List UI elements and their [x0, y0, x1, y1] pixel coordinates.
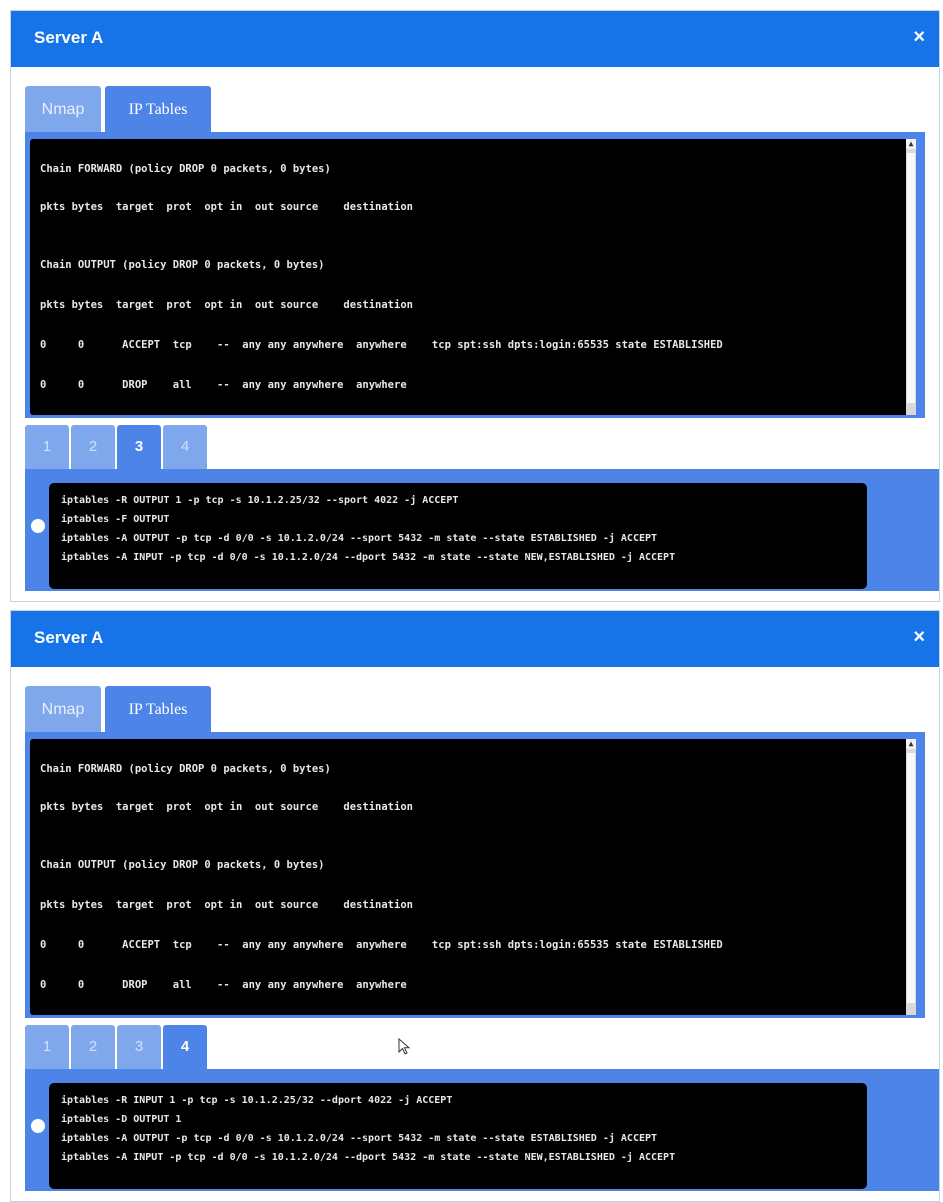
terminal-line: pkts bytes target prot opt in out source…: [40, 299, 413, 311]
ip-tables-content: Chain FORWARD (policy DROP 0 packets, 0 …: [25, 732, 925, 1018]
scroll-up-arrow-icon[interactable]: ▲: [906, 739, 916, 749]
server-a-window-2: Server A × Nmap IP Tables Chain FORWARD …: [10, 610, 940, 1202]
ip-tables-content: Chain FORWARD (policy DROP 0 packets, 0 …: [25, 132, 925, 418]
page-tab-2[interactable]: 2: [71, 1025, 115, 1069]
tab-ip-tables[interactable]: IP Tables: [105, 86, 211, 134]
terminal-line: Chain OUTPUT (policy DROP 0 packets, 0 b…: [40, 859, 325, 871]
terminal-line: 0 0 DROP all -- any any anywhere anywher…: [40, 379, 407, 391]
page-tab-4[interactable]: 4: [163, 1025, 207, 1069]
terminal-line: Chain FORWARD (policy DROP 0 packets, 0 …: [40, 763, 331, 775]
tab-nmap[interactable]: Nmap: [25, 686, 101, 734]
page-tab-1[interactable]: 1: [25, 425, 69, 469]
page-tab-1[interactable]: 1: [25, 1025, 69, 1069]
scroll-thumb[interactable]: [907, 153, 915, 403]
command-line: iptables -D OUTPUT 1: [61, 1114, 182, 1125]
command-line: iptables -R INPUT 1 -p tcp -s 10.1.2.25/…: [61, 1095, 453, 1106]
terminal-line: pkts bytes target prot opt in out source…: [40, 201, 413, 213]
answer-radio-button[interactable]: [31, 519, 45, 533]
page-tab-2[interactable]: 2: [71, 425, 115, 469]
window-title: Server A: [34, 28, 104, 47]
page-tab-3[interactable]: 3: [117, 1025, 161, 1069]
command-line: iptables -A INPUT -p tcp -d 0/0 -s 10.1.…: [61, 552, 676, 563]
terminal-line: 0 0 DROP all -- any any anywhere anywher…: [40, 979, 407, 991]
terminal-line: 0 0 ACCEPT tcp -- any any anywhere anywh…: [40, 939, 723, 951]
answer-command-box: iptables -R INPUT 1 -p tcp -s 10.1.2.25/…: [49, 1083, 867, 1189]
iptables-output-terminal: Chain FORWARD (policy DROP 0 packets, 0 …: [30, 139, 916, 415]
command-line: iptables -F OUTPUT: [61, 514, 170, 525]
command-line: iptables -A INPUT -p tcp -d 0/0 -s 10.1.…: [61, 1152, 676, 1163]
terminal-line: Chain FORWARD (policy DROP 0 packets, 0 …: [40, 163, 331, 175]
tab-ip-tables[interactable]: IP Tables: [105, 686, 211, 734]
window-titlebar: Server A ×: [11, 611, 939, 667]
close-icon[interactable]: ×: [913, 625, 925, 649]
answer-radio-button[interactable]: [31, 1119, 45, 1133]
terminal-scrollbar[interactable]: ▲: [906, 739, 916, 1015]
scroll-up-arrow-icon[interactable]: ▲: [906, 139, 916, 149]
command-line: iptables -R OUTPUT 1 -p tcp -s 10.1.2.25…: [61, 495, 459, 506]
terminal-line: 0 0 ACCEPT tcp -- any any anywhere anywh…: [40, 339, 723, 351]
page-tab-4[interactable]: 4: [163, 425, 207, 469]
terminal-line: pkts bytes target prot opt in out source…: [40, 801, 413, 813]
command-line: iptables -A OUTPUT -p tcp -d 0/0 -s 10.1…: [61, 1133, 658, 1144]
iptables-output-terminal: Chain FORWARD (policy DROP 0 packets, 0 …: [30, 739, 916, 1015]
answer-command-box: iptables -R OUTPUT 1 -p tcp -s 10.1.2.25…: [49, 483, 867, 589]
server-a-window-1: Server A × Nmap IP Tables Chain FORWARD …: [10, 10, 940, 602]
window-title: Server A: [34, 628, 104, 647]
terminal-line: pkts bytes target prot opt in out source…: [40, 899, 413, 911]
answer-option: iptables -R OUTPUT 1 -p tcp -s 10.1.2.25…: [25, 469, 939, 591]
tab-nmap[interactable]: Nmap: [25, 86, 101, 134]
answer-option: iptables -R INPUT 1 -p tcp -s 10.1.2.25/…: [25, 1069, 939, 1191]
terminal-line: Chain OUTPUT (policy DROP 0 packets, 0 b…: [40, 259, 325, 271]
terminal-scrollbar[interactable]: ▲: [906, 139, 916, 415]
mouse-pointer-icon: [398, 1038, 411, 1055]
command-line: iptables -A OUTPUT -p tcp -d 0/0 -s 10.1…: [61, 533, 658, 544]
window-titlebar: Server A ×: [11, 11, 939, 67]
page-tab-3[interactable]: 3: [117, 425, 161, 469]
close-icon[interactable]: ×: [913, 25, 925, 49]
scroll-thumb[interactable]: [907, 753, 915, 1003]
